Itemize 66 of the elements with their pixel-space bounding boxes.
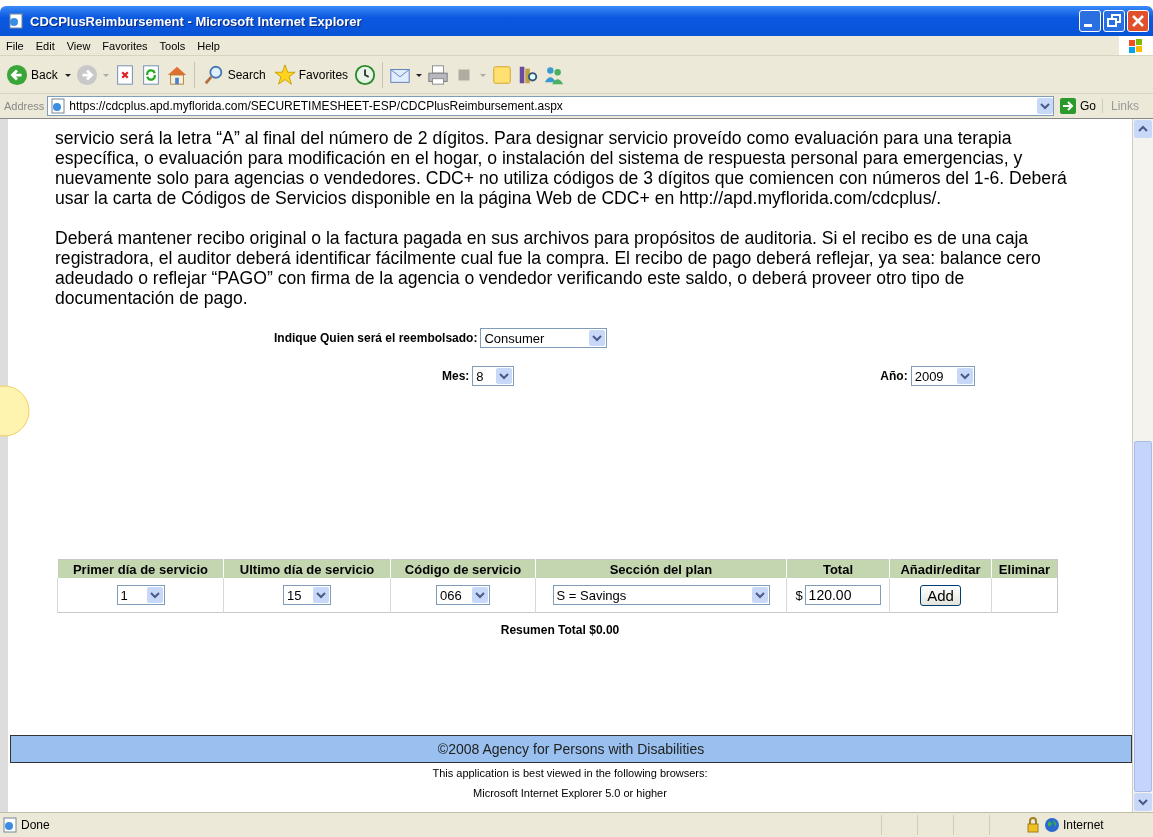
- globe-icon: [1044, 817, 1060, 833]
- column-header: Sección del plan: [535, 559, 787, 578]
- year-label: Año:: [880, 369, 908, 383]
- column-header: Total: [786, 559, 890, 578]
- footer-note: This application is best viewed in the following browsers:: [431, 766, 709, 781]
- minimize-icon: [1084, 23, 1092, 27]
- page-icon: [50, 98, 67, 114]
- scroll-thumb[interactable]: [1134, 441, 1152, 792]
- scrollbar[interactable]: [1133, 119, 1153, 812]
- column-header: Ultimo día de servicio: [223, 559, 391, 578]
- month-label: Mes:: [442, 369, 470, 383]
- caret-icon: [146, 587, 163, 603]
- paragraph: Deberá mantener recibo original o la factura pagada en sus archivos para propósitos de auditoria. Si el recibo es de una caja registradora, el auditor deberá identificar fácilmente cual fue la compra. El recibo de pago deberá reflejar, ya sea: balance cero adeudado o reflejar “PAGO” con firma de la agencia o vendedor verificando este saldo, o deberá proveer otro tipo de documentación de pago.: [55, 228, 1042, 308]
- favorites-button[interactable]: Favorites: [271, 61, 351, 88]
- zone-text: Internet: [1063, 818, 1105, 832]
- menu-item[interactable]: File: [6, 39, 24, 52]
- first-day-dropdown[interactable]: 1: [116, 585, 165, 605]
- reimbursed-label: Indique Quien será el reembolsado:: [274, 331, 478, 345]
- caret-icon: [472, 587, 488, 603]
- status-text: Done: [21, 818, 50, 832]
- caret-icon: [496, 368, 513, 384]
- scroll-up-icon[interactable]: [1134, 120, 1152, 138]
- address-label: Address: [4, 100, 45, 112]
- menu-item[interactable]: Edit: [35, 39, 55, 52]
- address-field[interactable]: https://cdcplus.apd.myflorida.com/SECURETIMESHEET-ESP/CDCPlusReimbursement.aspx: [47, 96, 1054, 116]
- year-dropdown[interactable]: 2009: [910, 366, 975, 386]
- minimize-button[interactable]: [1079, 10, 1101, 32]
- history-icon[interactable]: [354, 63, 377, 86]
- menu-item[interactable]: Favorites: [102, 39, 148, 52]
- summary-total: Resumen Total $0.00: [499, 623, 621, 637]
- plan-section-dropdown[interactable]: S = Savings: [552, 585, 770, 605]
- caret-icon: [589, 330, 606, 346]
- currency-symbol: $: [795, 587, 803, 603]
- search-button[interactable]: Search: [200, 61, 268, 88]
- window-title: CDCPlusReimbursement - Microsoft Internet Explorer: [30, 13, 363, 29]
- month-dropdown[interactable]: 8: [472, 366, 515, 386]
- windows-logo-icon: [1128, 37, 1144, 54]
- caret-icon: [956, 368, 973, 384]
- caret-icon: [313, 587, 329, 603]
- scroll-down-icon[interactable]: [1134, 793, 1152, 811]
- column-header: Código de servicio: [390, 559, 536, 578]
- footer-bar: ©2008 Agency for Persons with Disabilities: [10, 735, 1132, 763]
- add-button[interactable]: Add: [920, 584, 961, 606]
- column-header: Primer día de servicio: [57, 559, 224, 578]
- back-button[interactable]: Back: [4, 61, 60, 88]
- search-icon: [202, 63, 225, 86]
- reimbursed-dropdown[interactable]: Consumer: [480, 328, 608, 348]
- service-code-dropdown[interactable]: 066: [436, 585, 490, 605]
- go-button[interactable]: Go: [1053, 98, 1102, 114]
- lock-icon: [1025, 817, 1041, 833]
- paragraph: servicio será la letra “A” al final del número de 2 dígitos. Para designar servicio proveído como evaluación para una terapia específica, o evaluación para modificación en el hogar, o instalación del sistema de respuesta personal para emergencias, y nuevamente solo para agencias o vendedores. CDC+ no utiliza códigos de 3 dígitos que comiencen con números del 1-6. Deberá usar la carta de Códigos de Servicios disponible en la página Web de CDC+ en http://apd.myflorida.com/cdcplus/.: [55, 128, 1068, 208]
- page-icon: [8, 13, 24, 29]
- arrow-icon: [1059, 98, 1076, 114]
- total-input[interactable]: 120.00: [804, 585, 881, 605]
- menu-item[interactable]: View: [66, 39, 91, 52]
- menu-item[interactable]: Tools: [159, 39, 186, 52]
- star-icon: [273, 63, 296, 86]
- restore-button[interactable]: [1103, 10, 1125, 32]
- caret-icon: [751, 587, 768, 603]
- footer-note: Microsoft Internet Explorer 5.0 or higher: [472, 786, 668, 801]
- column-header: Eliminar: [991, 559, 1058, 578]
- menu-item[interactable]: Help: [197, 39, 220, 52]
- page-icon: [2, 817, 18, 833]
- column-header: Añadir/editar: [889, 559, 992, 578]
- close-button[interactable]: [1127, 10, 1149, 32]
- last-day-dropdown[interactable]: 15: [283, 585, 331, 605]
